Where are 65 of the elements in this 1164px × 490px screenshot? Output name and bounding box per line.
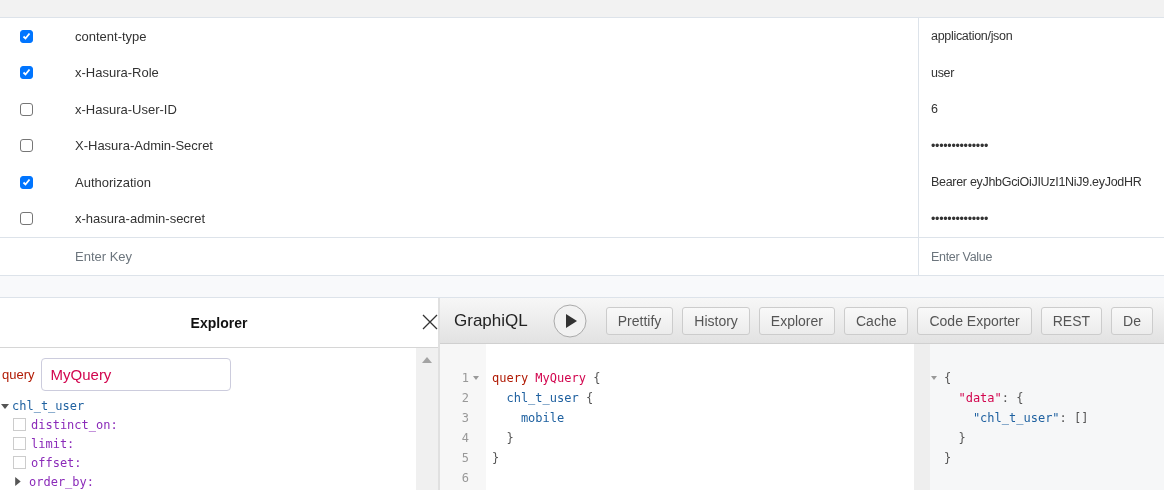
toolbar-button[interactable]: Code Exporter [917, 306, 1032, 335]
header-key[interactable]: content-type [55, 28, 918, 44]
fold-icon[interactable] [472, 374, 480, 382]
fold-icon[interactable] [930, 374, 938, 382]
code-line: chl_t_user { [505, 391, 594, 405]
operation-label: query [2, 367, 35, 382]
run-button[interactable] [552, 303, 587, 338]
close-icon[interactable] [422, 314, 438, 330]
toolbar-button[interactable]: Explorer [758, 306, 835, 335]
checkmark-icon [22, 177, 31, 187]
code-line: } [505, 431, 514, 445]
toolbar-button[interactable]: Prettify [605, 306, 674, 335]
argument-checkbox[interactable] [13, 456, 26, 469]
explorer-title: Explorer [190, 314, 248, 331]
header-value[interactable]: •••••••••••••• [931, 211, 989, 226]
line-number: 2 [461, 391, 469, 405]
line-number: 1 [461, 371, 469, 385]
result-line: } [957, 431, 966, 445]
header-key[interactable]: x-Hasura-Role [55, 65, 918, 81]
line-number: 6 [461, 471, 469, 485]
line-number: 3 [461, 411, 469, 425]
enable-checkbox[interactable] [20, 139, 33, 153]
result-line: { [944, 371, 952, 385]
header-key[interactable]: x-hasura-admin-secret [55, 211, 918, 227]
toolbar-button[interactable]: De [1111, 306, 1153, 335]
header-value[interactable]: user [931, 65, 955, 80]
header-value[interactable]: Bearer eyJhbGciOiJIUzI1NiJ9.eyJodHR [931, 175, 1142, 190]
result-line: } [944, 451, 952, 465]
code-line: mobile [519, 411, 565, 425]
field-name[interactable]: chl_t_user [12, 399, 85, 413]
operation-name-field[interactable]: MyQuery [40, 358, 231, 391]
result-line: "data": { [957, 391, 1024, 405]
toolbar-button[interactable]: History [682, 306, 750, 335]
code-line: query MyQuery { [492, 371, 601, 385]
argument-checkbox[interactable] [13, 418, 26, 431]
enable-checkbox[interactable] [20, 175, 33, 189]
header-value[interactable]: application/json [931, 29, 1013, 44]
enable-checkbox[interactable] [20, 66, 33, 80]
scroll-up-icon[interactable] [421, 356, 433, 364]
header-value[interactable]: 6 [931, 102, 938, 117]
argument-name[interactable]: order_by: [29, 474, 95, 489]
toolbar-button[interactable]: REST [1040, 306, 1103, 335]
caret-right-icon[interactable] [13, 476, 24, 487]
header-key[interactable]: Authorization [55, 174, 918, 190]
checkmark-icon [22, 31, 31, 41]
header-key[interactable]: x-Hasura-User-ID [55, 101, 918, 117]
checkmark-icon [22, 68, 31, 78]
code-line: } [492, 451, 500, 465]
key-field[interactable]: Enter Key [55, 249, 918, 264]
graphiql-title: GraphiQL [454, 310, 528, 331]
line-number: 4 [461, 431, 469, 445]
argument-checkbox[interactable] [13, 437, 26, 450]
toolbar-button[interactable]: Cache [844, 306, 909, 335]
value-field[interactable]: Enter Value [931, 249, 993, 264]
argument-name[interactable]: distinct_on: [31, 417, 118, 432]
result-line: "chl_t_user": [] [971, 411, 1089, 425]
enable-checkbox[interactable] [20, 29, 33, 43]
header-value[interactable]: •••••••••••••• [931, 138, 989, 153]
header-key[interactable]: X-Hasura-Admin-Secret [55, 138, 918, 154]
caret-down-icon[interactable] [0, 401, 10, 411]
line-number: 5 [461, 451, 469, 465]
enable-checkbox[interactable] [20, 212, 33, 226]
argument-name[interactable]: limit: [31, 436, 75, 451]
argument-name[interactable]: offset: [31, 455, 82, 470]
enable-checkbox[interactable] [20, 102, 33, 116]
